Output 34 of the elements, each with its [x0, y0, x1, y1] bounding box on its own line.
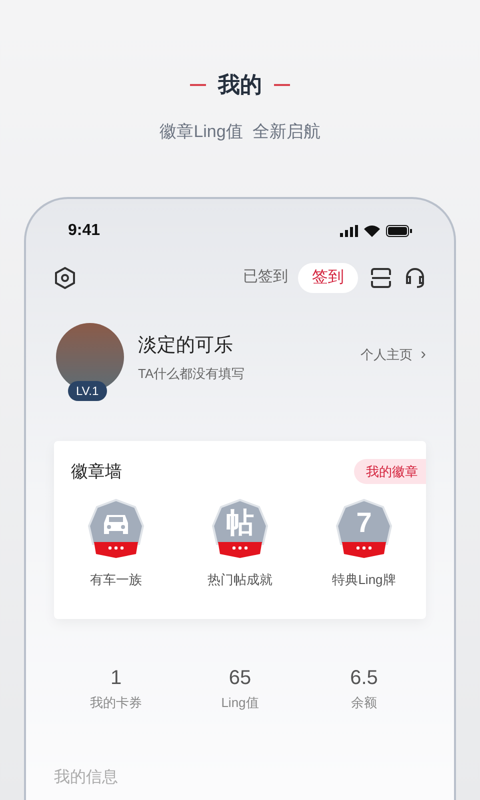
signed-in-status: 已签到	[243, 267, 288, 288]
user-bio: TA什么都没有填写	[138, 365, 245, 383]
page-subtitle: 徽章Ling值 全新启航	[160, 121, 320, 143]
stat-label: Ling值	[221, 694, 259, 712]
wifi-icon	[364, 224, 380, 236]
stat-value: 6.5	[350, 666, 378, 690]
stat-value: 1	[110, 666, 122, 690]
page-heading: 我的	[218, 71, 262, 99]
headset-icon[interactable]	[404, 266, 426, 290]
badge-label: 热门帖成就	[208, 571, 272, 589]
badge-label: 有车一族	[90, 571, 142, 589]
level-badge: LV.1	[68, 380, 107, 400]
stat-value: 65	[228, 666, 252, 690]
battery-icon	[386, 224, 412, 236]
section-title: 我的信息	[54, 768, 119, 788]
title-dash	[274, 84, 290, 86]
user-name: 淡定的可乐	[138, 334, 234, 358]
badge-label: 特典Ling牌	[332, 571, 396, 589]
scan-icon[interactable]	[370, 266, 392, 288]
my-badges-button[interactable]: 我的徽章	[354, 458, 426, 484]
title-dash	[190, 84, 206, 86]
signal-icon	[340, 224, 358, 236]
medal-drawing	[333, 498, 395, 560]
badge-emblem: 7	[356, 508, 372, 538]
stat-label: 我的卡券	[90, 694, 142, 712]
sign-in-button[interactable]: 签到	[298, 262, 358, 292]
profile-link[interactable]: 个人主页 ›	[360, 342, 426, 366]
status-time: 9:41	[68, 220, 100, 240]
card-title: 徽章墙	[71, 460, 122, 482]
car-icon	[101, 512, 131, 536]
settings-icon[interactable]	[54, 266, 76, 288]
stat-label: 余额	[351, 694, 377, 712]
badge-emblem: 帖	[226, 508, 254, 538]
medal-drawing	[209, 498, 271, 560]
